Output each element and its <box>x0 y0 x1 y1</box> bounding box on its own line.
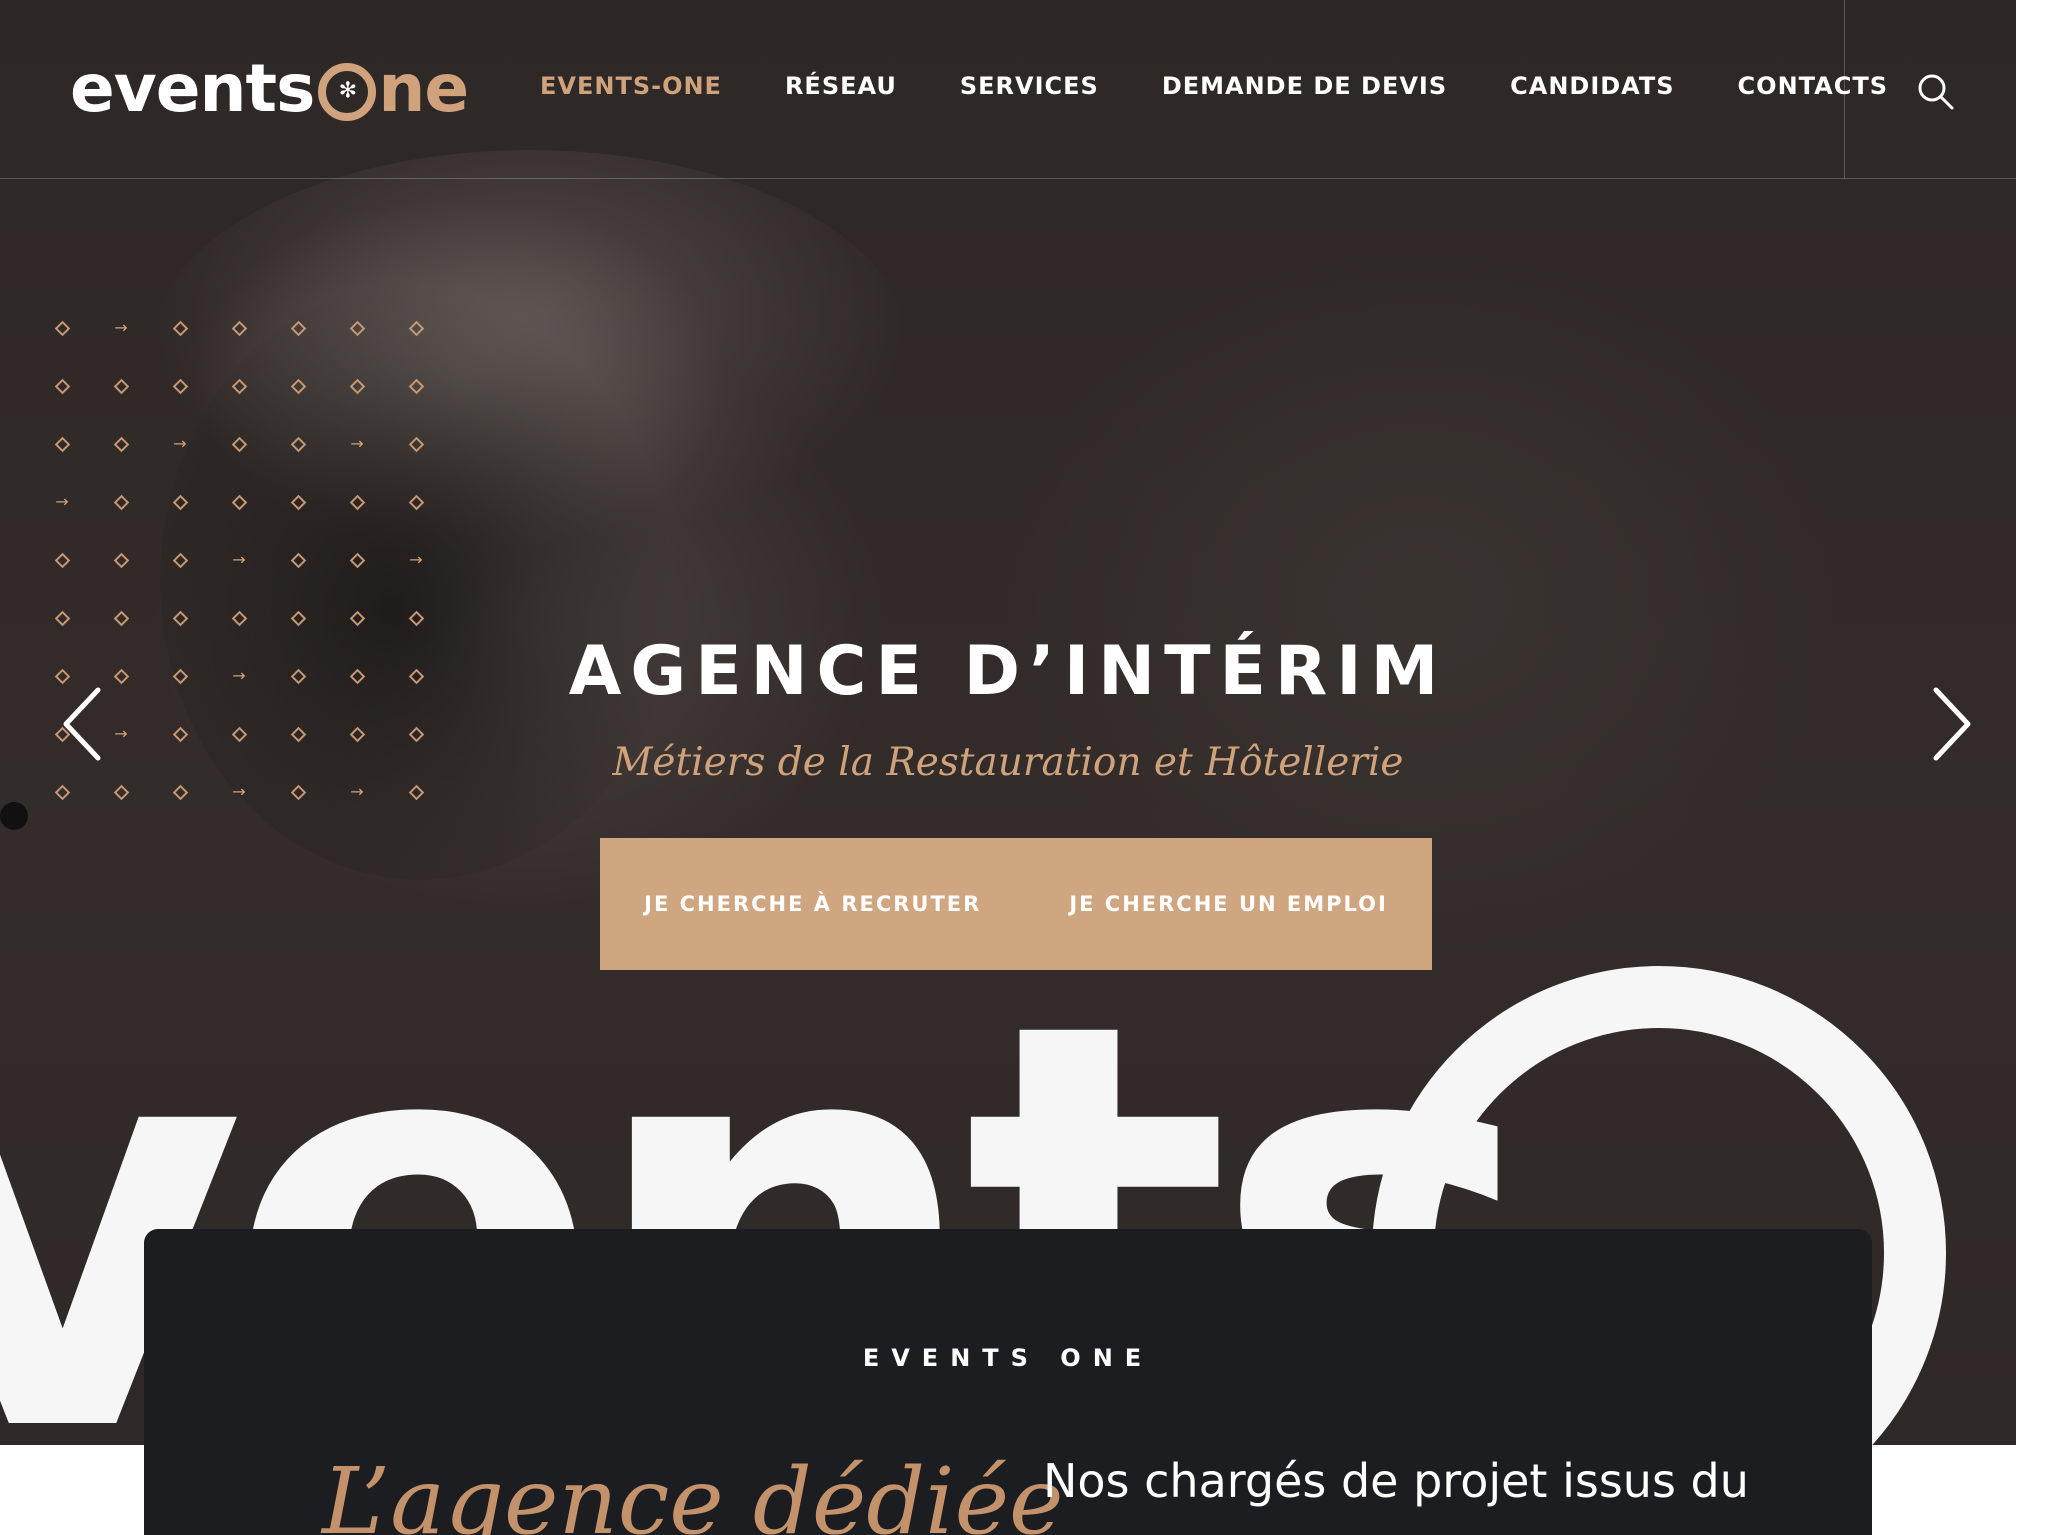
diamond-icon <box>286 432 310 456</box>
logo-text-one: ne <box>378 49 469 127</box>
arrow-right-icon: → <box>232 550 246 569</box>
arrow-right-icon: → <box>350 434 364 453</box>
diamond-icon <box>109 606 133 630</box>
diamond-icon <box>227 316 251 340</box>
hero-subtitle: Métiers de la Restauration et Hôtellerie <box>612 740 1404 785</box>
decorative-dot <box>0 802 28 830</box>
diamond-icon <box>404 374 428 398</box>
main-nav: EVENTS-ONE RÉSEAU SERVICES DEMANDE DE DE… <box>540 72 1951 100</box>
diamond-icon <box>109 374 133 398</box>
nav-item-services[interactable]: SERVICES <box>960 72 1099 100</box>
nav-item-candidats[interactable]: CANDIDATS <box>1510 72 1674 100</box>
diamond-icon <box>168 316 192 340</box>
nav-item-contacts[interactable]: CONTACTS <box>1738 72 1888 100</box>
diamond-icon <box>109 548 133 572</box>
arrow-right-icon: → <box>114 318 128 337</box>
diamond-icon <box>404 490 428 514</box>
diamond-icon <box>50 548 74 572</box>
cta-bar: JE CHERCHE À RECRUTER JE CHERCHE UN EMPL… <box>600 838 1432 970</box>
diamond-icon <box>404 316 428 340</box>
diamond-icon <box>227 432 251 456</box>
arrow-right-icon: → <box>173 434 187 453</box>
hero-title: AGENCE D’INTÉRIM <box>568 632 1448 711</box>
logo-text-events: events <box>70 49 315 127</box>
diamond-icon <box>345 316 369 340</box>
nav-item-reseau[interactable]: RÉSEAU <box>785 72 897 100</box>
diamond-icon <box>168 548 192 572</box>
nav-item-events-one[interactable]: EVENTS-ONE <box>540 72 722 100</box>
diamond-icon <box>404 432 428 456</box>
diamond-icon <box>50 432 74 456</box>
diamond-icon <box>286 548 310 572</box>
chevron-left-icon[interactable] <box>60 686 120 762</box>
search-icon[interactable] <box>1916 72 1956 112</box>
diamond-icon <box>404 606 428 630</box>
nav-item-demande-de-devis[interactable]: DEMANDE DE DEVIS <box>1162 72 1447 100</box>
logo-ring-icon: ✻ <box>318 63 377 121</box>
section-body: Nos chargés de projet issus du <box>1043 1454 1749 1508</box>
diamond-icon <box>168 490 192 514</box>
section-heading: L’agence dédiée <box>322 1448 1064 1535</box>
diamond-icon <box>168 374 192 398</box>
diamond-icon <box>286 606 310 630</box>
diamond-icon <box>286 490 310 514</box>
diamond-icon <box>227 490 251 514</box>
site-header: events ✻ ne EVENTS-ONE RÉSEAU SERVICES D… <box>0 0 2016 179</box>
diamond-icon <box>345 606 369 630</box>
diamond-icon <box>345 548 369 572</box>
diamond-icon <box>50 316 74 340</box>
job-search-button[interactable]: JE CHERCHE UN EMPLOI <box>1069 892 1388 916</box>
chevron-right-icon[interactable] <box>1926 686 1986 762</box>
page-scrollbar[interactable] <box>2016 0 2048 1535</box>
diamond-icon <box>109 490 133 514</box>
diamond-icon <box>50 606 74 630</box>
diamond-icon <box>109 432 133 456</box>
arrow-right-icon: → <box>409 550 423 569</box>
diamond-icon <box>345 490 369 514</box>
diamond-icon <box>345 374 369 398</box>
diamond-icon <box>286 316 310 340</box>
site-logo[interactable]: events ✻ ne <box>70 48 469 128</box>
recruit-button[interactable]: JE CHERCHE À RECRUTER <box>644 892 981 916</box>
diamond-icon <box>286 374 310 398</box>
arrow-right-icon: → <box>55 492 69 511</box>
section-eyebrow: EVENTS ONE <box>862 1344 1154 1372</box>
diamond-icon <box>227 606 251 630</box>
diamond-icon <box>168 606 192 630</box>
header-divider <box>1844 0 1845 179</box>
diamond-icon <box>227 374 251 398</box>
diamond-icon <box>50 374 74 398</box>
